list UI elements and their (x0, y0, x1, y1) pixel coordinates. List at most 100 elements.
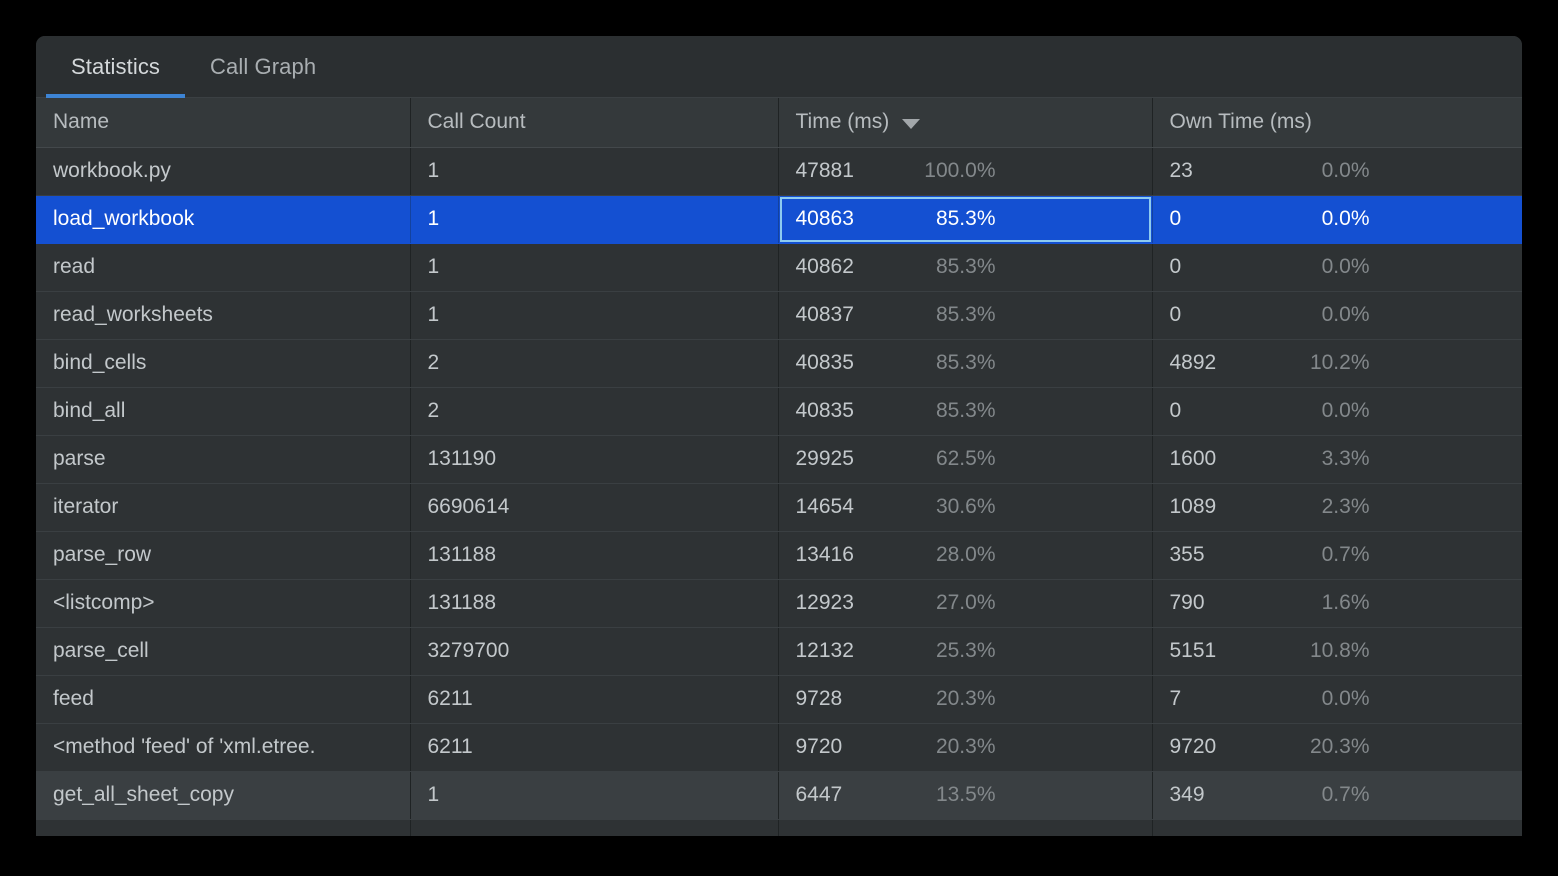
time-percent: 62.5% (935, 447, 996, 470)
cell-name[interactable]: iterator (36, 483, 411, 532)
cell-own-time[interactable]: 7 0.0% (1152, 675, 1522, 724)
cell-name[interactable]: feed (36, 675, 411, 724)
cell-own-time[interactable]: 5151 10.8% (1152, 627, 1522, 676)
cell-own-time[interactable]: 23 0.0% (1152, 147, 1522, 196)
cell-own-time[interactable]: 349 0.7% (1152, 771, 1522, 820)
table-row[interactable]: iterator 6690614 14654 30.6% 1089 2.3% (36, 483, 1522, 532)
time-percent: 28.0% (935, 543, 996, 566)
cell-own-time[interactable]: 355 0.7% (1152, 531, 1522, 580)
time-wrap: 12132 25.3% (796, 639, 1152, 663)
table-row[interactable]: parse_row 131188 13416 28.0% 355 0.7% (36, 531, 1522, 580)
table-row[interactable] (36, 819, 1522, 836)
cell-own-time[interactable]: 1089 2.3% (1152, 483, 1522, 532)
table-row[interactable]: get_all_sheet_copy 1 6447 13.5% 349 0.7% (36, 771, 1522, 820)
cell-name[interactable]: bind_all (36, 387, 411, 436)
table-row[interactable]: read 1 40862 85.3% 0 0.0% (36, 243, 1522, 292)
own-time-value: 0 (1169, 207, 1182, 230)
cell-name[interactable]: <listcomp> (36, 579, 411, 628)
cell-time[interactable]: 47881 100.0% (778, 147, 1153, 196)
cell-own-time[interactable]: 0 0.0% (1152, 291, 1522, 340)
cell-own-time[interactable]: 790 1.6% (1152, 579, 1522, 628)
cell-name[interactable]: get_all_sheet_copy (36, 771, 411, 820)
cell-call-count[interactable]: 1 (410, 195, 779, 244)
cell-time[interactable]: 40863 85.3% (778, 195, 1153, 244)
table-row[interactable]: feed 6211 9728 20.3% 7 0.0% (36, 675, 1522, 724)
column-header-own[interactable]: Own Time (ms) (1152, 98, 1522, 148)
cell-time[interactable]: 9720 20.3% (778, 723, 1153, 772)
cell-name[interactable]: load_workbook (36, 195, 411, 244)
cell-own-time[interactable]: 0 0.0% (1152, 195, 1523, 244)
cell-name[interactable]: read_worksheets (36, 291, 411, 340)
cell-own-time[interactable] (1152, 819, 1522, 836)
cell-time[interactable]: 40835 85.3% (778, 387, 1153, 436)
cell-own-time[interactable]: 9720 20.3% (1152, 723, 1522, 772)
cell-time[interactable]: 29925 62.5% (778, 435, 1153, 484)
cell-call-count[interactable]: 6690614 (410, 483, 779, 532)
own-time-value: 0 (1169, 399, 1182, 422)
cell-time[interactable] (778, 819, 1153, 836)
cell-call-count[interactable]: 1 (410, 147, 779, 196)
own-time-wrap: 0 0.0% (1170, 207, 1523, 231)
cell-name[interactable]: read (36, 243, 411, 292)
cell-call-count[interactable]: 1 (410, 291, 779, 340)
cell-time[interactable]: 14654 30.6% (778, 483, 1153, 532)
column-header-time[interactable]: Time (ms) (778, 98, 1153, 148)
cell-time[interactable]: 12132 25.3% (778, 627, 1153, 676)
cell-own-time[interactable]: 1600 3.3% (1152, 435, 1522, 484)
cell-call-count[interactable]: 131188 (410, 531, 779, 580)
cell-time[interactable]: 12923 27.0% (778, 579, 1153, 628)
cell-call-count[interactable]: 6211 (410, 675, 779, 724)
table-row[interactable]: bind_all 2 40835 85.3% 0 0.0% (36, 387, 1522, 436)
table-row[interactable]: parse 131190 29925 62.5% 1600 3.3% (36, 435, 1522, 484)
cell-name[interactable]: bind_cells (36, 339, 411, 388)
time-wrap: 40862 85.3% (796, 255, 1152, 279)
column-header-name[interactable]: Name (36, 98, 411, 148)
time-percent: 85.3% (935, 351, 996, 374)
tab-bar: Statistics Call Graph (36, 36, 1522, 98)
cell-own-time[interactable]: 4892 10.2% (1152, 339, 1522, 388)
cell-name[interactable] (36, 819, 411, 836)
tab-statistics[interactable]: Statistics (46, 36, 186, 98)
cell-call-count[interactable]: 1 (410, 771, 779, 820)
cell-time[interactable]: 40837 85.3% (778, 291, 1153, 340)
tab-call-graph[interactable]: Call Graph (185, 36, 341, 98)
cell-own-time[interactable]: 0 0.0% (1152, 387, 1522, 436)
column-header-calls[interactable]: Call Count (410, 98, 779, 148)
cell-call-count[interactable]: 1 (410, 243, 779, 292)
cell-call-count[interactable]: 131188 (410, 579, 779, 628)
table-row[interactable]: load_workbook 1 40863 85.3% 0 0.0% (36, 195, 1523, 244)
cell-name[interactable]: parse_cell (36, 627, 411, 676)
cell-call-count[interactable]: 6211 (410, 723, 779, 772)
table-row[interactable]: parse_cell 3279700 12132 25.3% 5151 10.8% (36, 627, 1522, 676)
own-time-value: 7 (1169, 687, 1182, 710)
function-name: get_all_sheet_copy (53, 783, 234, 806)
cell-call-count[interactable]: 2 (410, 339, 779, 388)
cell-time[interactable]: 40862 85.3% (778, 243, 1153, 292)
table-row[interactable]: bind_cells 2 40835 85.3% 4892 10.2% (36, 339, 1522, 388)
cell-name[interactable]: parse (36, 435, 411, 484)
time-percent: 27.0% (935, 591, 996, 614)
time-value: 12132 (795, 639, 854, 662)
time-wrap: 40863 85.3% (796, 207, 1152, 231)
function-name: workbook.py (53, 159, 171, 182)
cell-call-count[interactable]: 3279700 (410, 627, 779, 676)
cell-own-time[interactable]: 0 0.0% (1152, 243, 1522, 292)
table-row[interactable]: <method 'feed' of 'xml.etree. 6211 9720 20.… (36, 723, 1522, 772)
cell-name[interactable]: workbook.py (36, 147, 411, 196)
call-count-value: 1 (427, 207, 440, 230)
cell-name[interactable]: <method 'feed' of 'xml.etree. (36, 723, 411, 772)
cell-time[interactable]: 6447 13.5% (778, 771, 1153, 820)
table-row[interactable]: read_worksheets 1 40837 85.3% 0 0.0% (36, 291, 1522, 340)
cell-call-count[interactable]: 131190 (410, 435, 779, 484)
table-row[interactable]: workbook.py 1 47881 100.0% 23 0.0% (36, 147, 1522, 196)
cell-name[interactable]: parse_row (36, 531, 411, 580)
statistics-table-container[interactable]: Name Call Count Time (ms) Own Time (ms) wor… (36, 98, 1522, 836)
cell-call-count[interactable] (410, 819, 779, 836)
table-row[interactable]: <listcomp> 131188 12923 27.0% 790 1.6% (36, 579, 1522, 628)
time-wrap: 40835 85.3% (796, 351, 1152, 375)
cell-time[interactable]: 9728 20.3% (778, 675, 1153, 724)
caret-down-icon[interactable] (902, 118, 921, 129)
cell-call-count[interactable]: 2 (410, 387, 779, 436)
cell-time[interactable]: 13416 28.0% (778, 531, 1153, 580)
cell-time[interactable]: 40835 85.3% (778, 339, 1153, 388)
